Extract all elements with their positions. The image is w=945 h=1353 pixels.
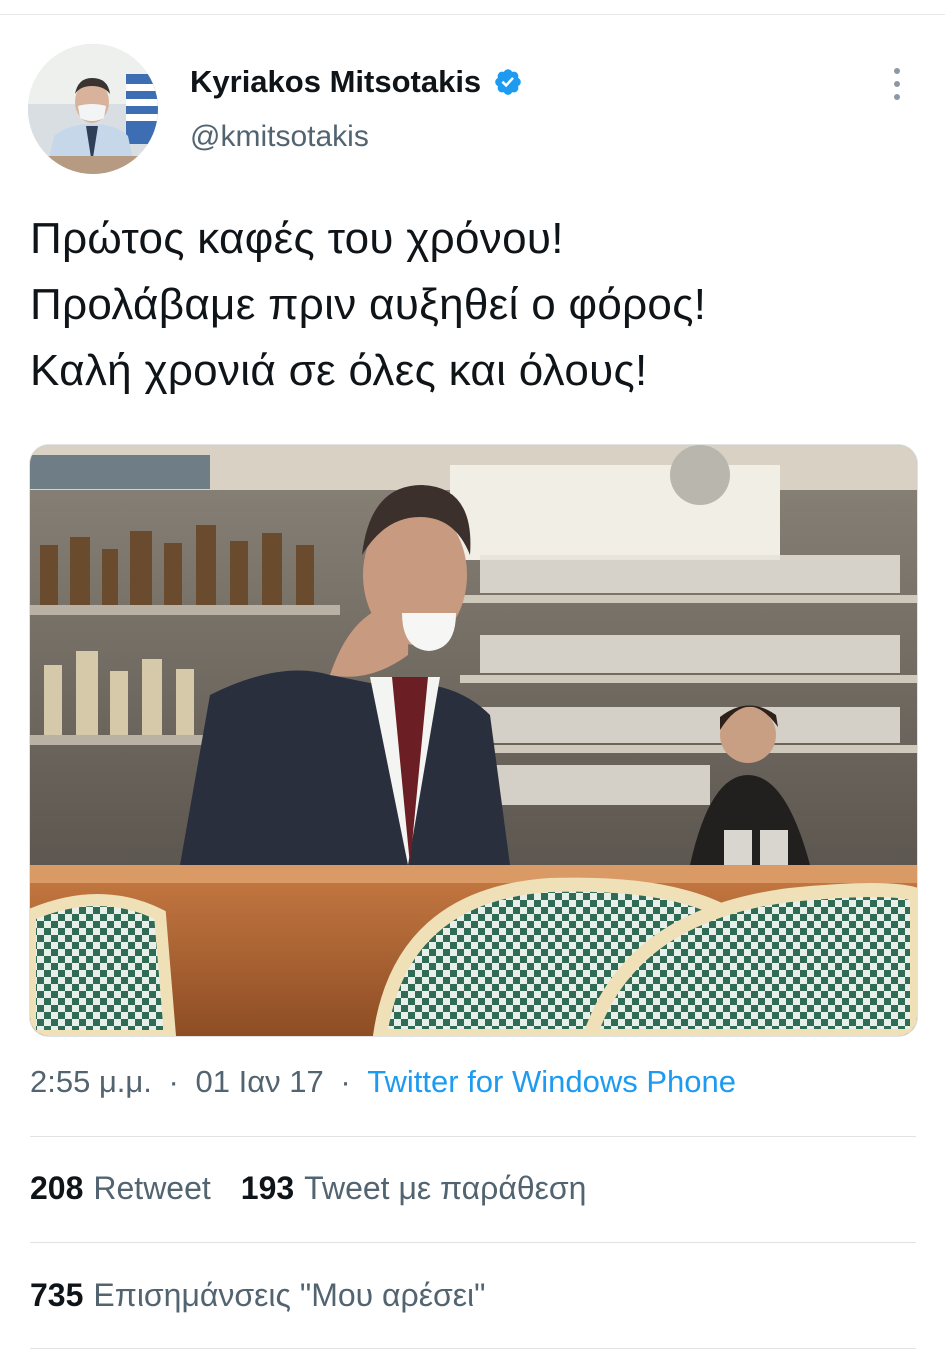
likes-row: 735 Επισημάνσεις "Μου αρέσει" <box>30 1277 486 1314</box>
avatar[interactable] <box>28 44 158 174</box>
author-name-row[interactable]: Kyriakos Mitsotakis <box>190 60 523 104</box>
tweet-source-link[interactable]: Twitter for Windows Phone <box>367 1064 736 1099</box>
divider <box>30 1348 916 1349</box>
tweet-text-line: Προλάβαμε πριν αυξηθεί ο φόρος! <box>30 280 707 329</box>
tweet-text-line: Καλή χρονιά σε όλες και όλους! <box>30 346 648 395</box>
quote-tweets-count: 193 <box>240 1170 295 1206</box>
tweet-text-line: Πρώτος καφές του χρόνου! <box>30 214 564 263</box>
cafe-photo-illustration <box>30 445 917 1036</box>
author-display-name[interactable]: Kyriakos Mitsotakis <box>190 64 481 100</box>
verified-badge-icon <box>495 69 521 95</box>
engagement-row: 208 Retweet 193 Tweet με παράθεση <box>30 1170 586 1207</box>
divider <box>30 1136 916 1137</box>
likes-stat[interactable]: 735 Επισημάνσεις "Μου αρέσει" <box>30 1277 486 1314</box>
divider <box>30 1242 916 1243</box>
tweet-photo[interactable] <box>29 444 918 1037</box>
more-dot-icon <box>894 94 900 100</box>
retweets-count: 208 <box>30 1170 84 1206</box>
retweets-stat[interactable]: 208 Retweet <box>30 1170 211 1207</box>
avatar-photo <box>28 44 158 174</box>
quote-tweets-label: Tweet με παράθεση <box>304 1170 587 1206</box>
author-handle[interactable]: @kmitsotakis <box>190 120 369 154</box>
likes-count: 735 <box>30 1277 84 1313</box>
meta-separator: · <box>168 1064 179 1099</box>
quote-tweets-stat[interactable]: 193 Tweet με παράθεση <box>241 1170 587 1207</box>
more-options-button[interactable] <box>878 62 916 106</box>
tweet-meta: 2:55 μ.μ. · 01 Ιαν 17 · Twitter for Wind… <box>30 1064 736 1100</box>
more-dot-icon <box>894 68 900 74</box>
tweet-date[interactable]: 01 Ιαν 17 <box>195 1064 323 1099</box>
top-divider <box>0 14 945 15</box>
likes-label: Επισημάνσεις "Μου αρέσει" <box>93 1277 486 1313</box>
more-dot-icon <box>894 81 900 87</box>
tweet-text: Πρώτος καφές του χρόνου! Προλάβαμε πριν … <box>30 206 910 404</box>
tweet-time[interactable]: 2:55 μ.μ. <box>30 1064 152 1099</box>
retweets-label: Retweet <box>93 1170 211 1206</box>
meta-separator: · <box>340 1064 351 1099</box>
